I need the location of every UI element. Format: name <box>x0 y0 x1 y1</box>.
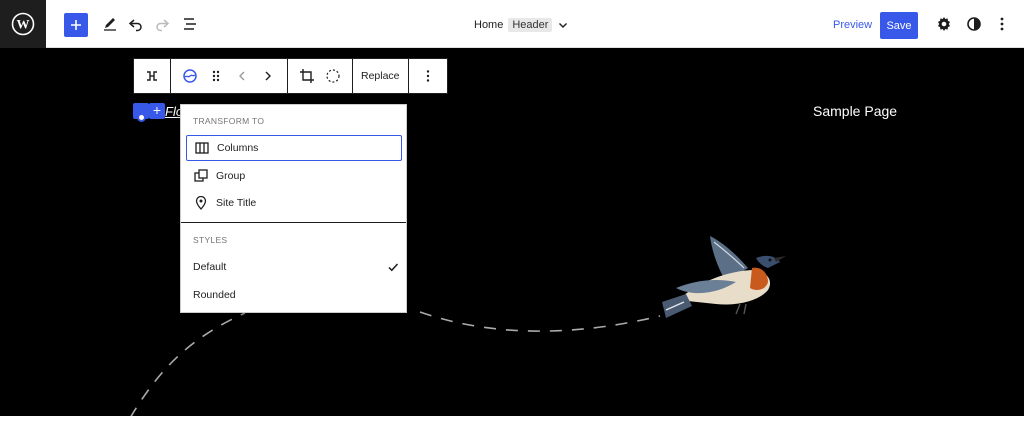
crop-icon <box>300 69 314 83</box>
resize-handle[interactable] <box>137 113 146 122</box>
group-icon <box>194 169 208 183</box>
breadcrumb-home: Home <box>474 19 504 31</box>
replace-group: Replace <box>353 59 409 93</box>
parent-block-icon <box>147 71 157 81</box>
inline-inserter-button[interactable]: + <box>149 103 165 119</box>
map-pin-icon <box>194 196 208 210</box>
redo-button[interactable] <box>150 12 174 36</box>
style-item-default[interactable]: Default <box>193 256 399 278</box>
pencil-icon <box>104 18 116 31</box>
style-item-rounded[interactable]: Rounded <box>193 284 399 306</box>
move-right-button[interactable] <box>257 65 279 87</box>
gear-icon <box>938 17 950 31</box>
wordpress-icon: W <box>11 12 35 36</box>
styles-button[interactable] <box>962 12 986 36</box>
preview-button[interactable]: Preview <box>833 19 872 31</box>
svg-text:W: W <box>17 17 30 32</box>
options-button[interactable] <box>990 12 1014 36</box>
dropdown-divider <box>181 222 406 223</box>
list-view-icon <box>184 18 196 30</box>
template-part-tag: Header <box>508 18 553 32</box>
chevron-left-icon <box>239 71 245 81</box>
transform-item-site-title[interactable]: Site Title <box>186 190 402 216</box>
crop-button[interactable] <box>296 65 318 87</box>
transform-heading: TRANSFORM TO <box>193 116 265 126</box>
drag-handle[interactable] <box>205 65 227 87</box>
undo-button[interactable] <box>124 12 148 36</box>
contrast-icon <box>967 17 981 31</box>
canvas-bottom-edge <box>0 416 1024 421</box>
dashed-circle-icon <box>326 69 340 83</box>
undo-icon <box>128 19 142 32</box>
redo-icon <box>156 19 170 32</box>
editor-header: W Home Header Preview Save <box>0 0 1024 48</box>
block-options-button[interactable] <box>417 65 439 87</box>
block-switcher-dropdown: TRANSFORM TO Columns Group Site Title ST… <box>180 104 407 313</box>
style-item-label: Rounded <box>193 289 236 301</box>
transform-item-label: Columns <box>217 142 259 154</box>
transform-item-group[interactable]: Group <box>186 163 402 189</box>
vertical-dots-icon <box>1000 17 1004 31</box>
checkmark-icon <box>388 263 399 272</box>
block-toolbar: Replace <box>133 58 448 94</box>
image-tools-group <box>288 59 353 93</box>
transform-item-label: Site Title <box>216 197 257 209</box>
wordpress-logo-button[interactable]: W <box>0 0 46 48</box>
edit-tool-button[interactable] <box>98 12 122 36</box>
site-logo-icon <box>183 69 197 83</box>
block-inserter-button[interactable] <box>64 13 88 37</box>
plus-icon <box>71 20 81 30</box>
document-title-bar[interactable]: Home Header <box>474 17 568 33</box>
block-type-button[interactable] <box>179 65 201 87</box>
drag-handle-icon <box>212 70 220 82</box>
transform-item-label: Group <box>216 170 246 182</box>
settings-button[interactable] <box>932 12 956 36</box>
move-left-button[interactable] <box>231 65 253 87</box>
style-item-label: Default <box>193 261 227 273</box>
vertical-dots-icon <box>426 70 429 82</box>
columns-icon <box>195 141 209 155</box>
select-parent-group <box>134 59 171 93</box>
editor-canvas[interactable]: Sample Page + Flo Replace <box>0 48 1024 416</box>
save-button[interactable]: Save <box>880 12 918 39</box>
replace-button[interactable]: Replace <box>359 70 402 82</box>
chevron-right-icon <box>265 71 271 81</box>
chevron-down-icon <box>559 23 568 28</box>
site-logo-block[interactable] <box>133 103 149 122</box>
rounded-style-button[interactable] <box>322 65 344 87</box>
document-overview-button[interactable] <box>178 12 202 36</box>
block-switcher-group <box>171 59 288 93</box>
more-options-group <box>409 59 447 93</box>
bird-illustration <box>662 236 786 318</box>
nav-link-sample-page[interactable]: Sample Page <box>813 103 897 119</box>
styles-heading: STYLES <box>193 235 228 245</box>
select-parent-button[interactable] <box>141 65 163 87</box>
transform-item-columns[interactable]: Columns <box>186 135 402 161</box>
